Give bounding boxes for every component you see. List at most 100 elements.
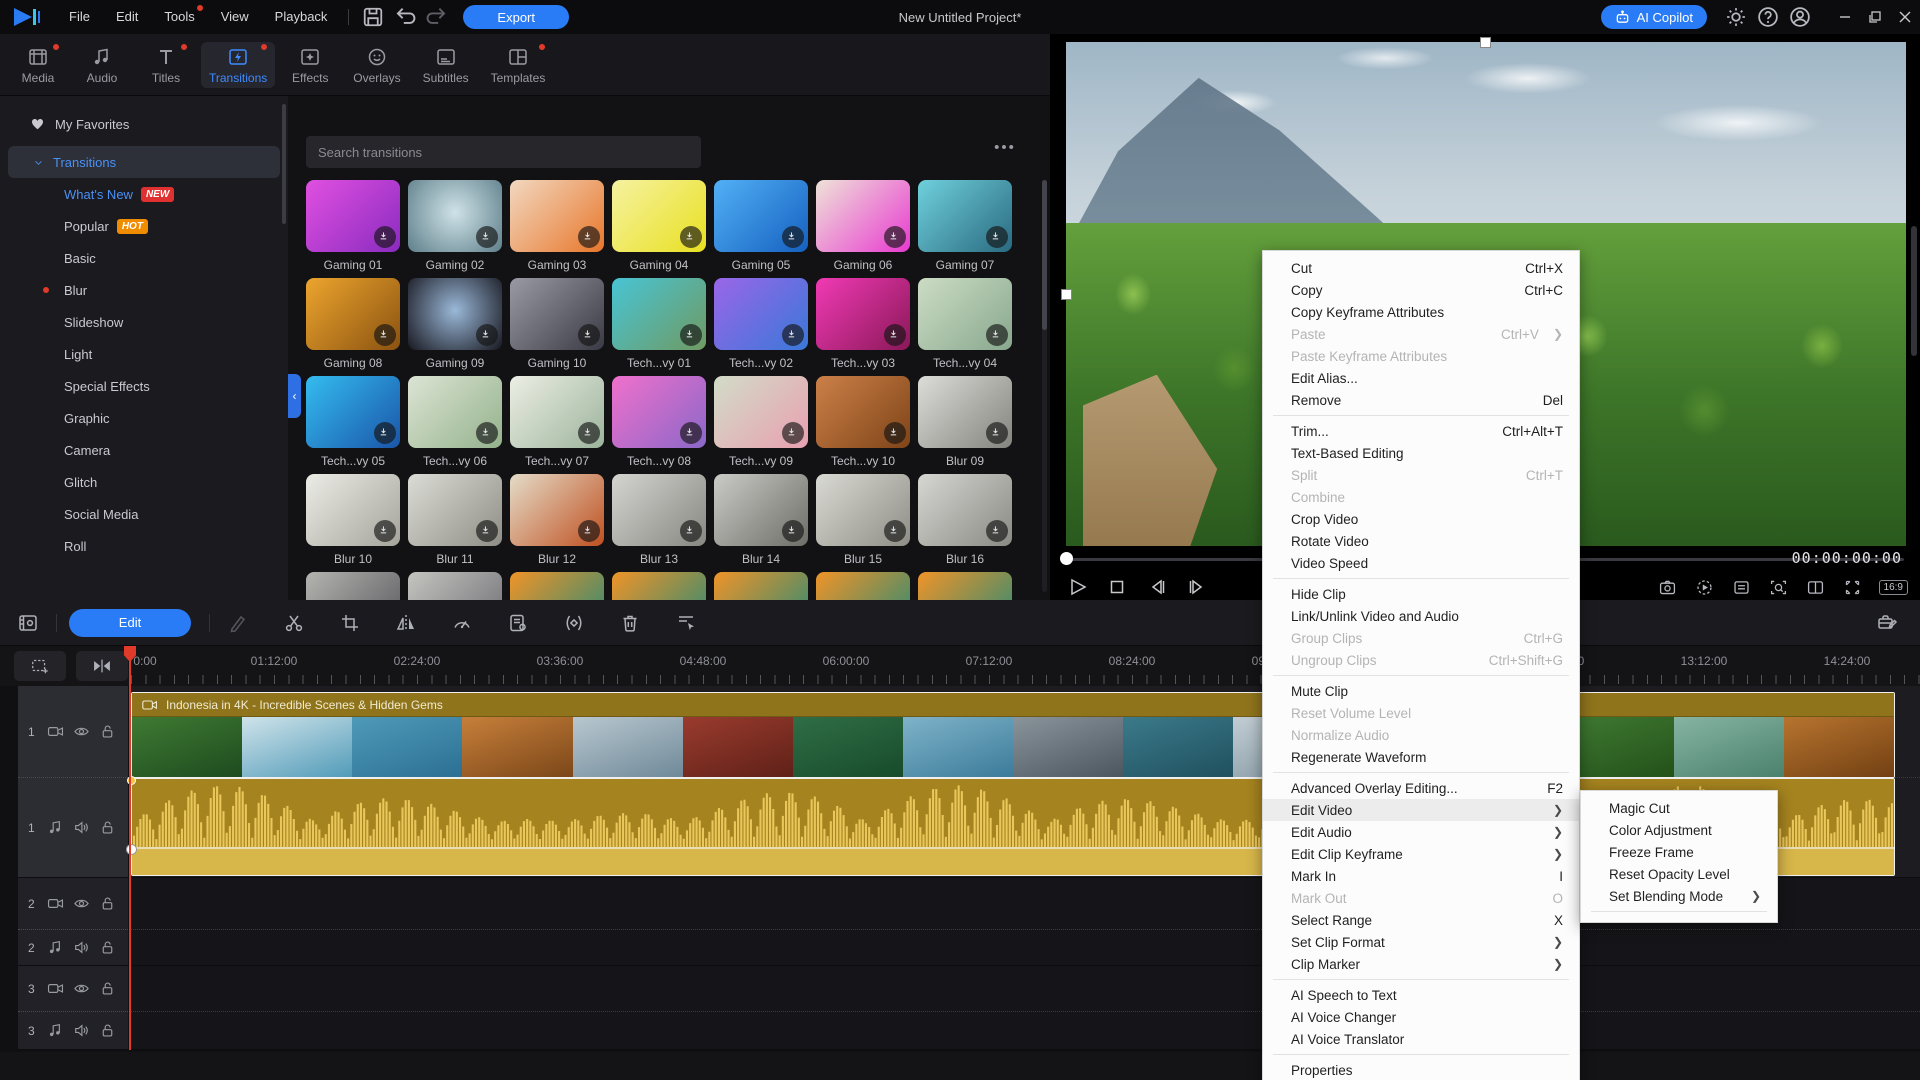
transition-thumbnail[interactable] <box>612 572 706 600</box>
download-icon[interactable] <box>578 226 600 248</box>
sidebar-item-what-s-new[interactable]: What's NewNEW <box>0 178 288 210</box>
menu-item-trim-[interactable]: Trim...Ctrl+Alt+T <box>1263 420 1579 442</box>
timeline-ruler[interactable]: 0:0001:12:0002:24:0003:36:0004:48:0006:0… <box>0 646 1920 686</box>
ai-copilot-button[interactable]: AI Copilot <box>1601 5 1707 29</box>
menu-item-set-clip-format[interactable]: Set Clip Format❯ <box>1263 931 1579 953</box>
transition-item[interactable]: Tech...vy 07 <box>510 376 604 468</box>
eye-icon[interactable] <box>73 895 90 912</box>
download-icon[interactable] <box>680 520 702 542</box>
transition-thumbnail[interactable] <box>408 278 502 350</box>
lock-icon[interactable] <box>99 819 116 836</box>
download-icon[interactable] <box>578 520 600 542</box>
pen-button[interactable] <box>223 608 253 638</box>
transition-thumbnail[interactable] <box>714 572 808 600</box>
transition-thumbnail[interactable] <box>408 180 502 252</box>
menu-item-hide-clip[interactable]: Hide Clip <box>1263 583 1579 605</box>
menu-item-video-speed[interactable]: Video Speed <box>1263 552 1579 574</box>
transition-item[interactable]: Blur 15 <box>816 474 910 566</box>
transition-item[interactable]: Gaming 05 <box>714 180 808 272</box>
keyframe-button[interactable] <box>559 608 589 638</box>
media-panel-toggle-button[interactable] <box>13 608 43 638</box>
transition-thumbnail[interactable] <box>510 474 604 546</box>
download-icon[interactable] <box>374 422 396 444</box>
lock-icon[interactable] <box>99 895 116 912</box>
speaker-icon[interactable] <box>73 939 90 956</box>
transition-thumbnail[interactable] <box>510 180 604 252</box>
menu-item-remove[interactable]: RemoveDel <box>1263 389 1579 411</box>
transition-item[interactable]: Blur 10 <box>306 474 400 566</box>
download-icon[interactable] <box>986 324 1008 346</box>
transition-thumbnail[interactable] <box>306 474 400 546</box>
play-button[interactable] <box>1064 574 1090 600</box>
preview-zoom-button[interactable] <box>1768 576 1790 598</box>
menu-item-select-range[interactable]: Select RangeX <box>1263 909 1579 931</box>
transition-thumbnail[interactable] <box>306 376 400 448</box>
tab-transitions[interactable]: Transitions <box>201 42 275 88</box>
track-header-video-3[interactable]: 3 <box>18 966 128 1012</box>
track-lane-audio-2[interactable] <box>131 930 1920 966</box>
menu-item-clip-marker[interactable]: Clip Marker❯ <box>1263 953 1579 975</box>
transition-item[interactable]: Blur 12 <box>510 474 604 566</box>
transition-thumbnail[interactable] <box>510 376 604 448</box>
track-header-video-2[interactable]: 2 <box>18 878 128 930</box>
eye-icon[interactable] <box>73 980 90 997</box>
transition-thumbnail[interactable] <box>918 278 1012 350</box>
transition-thumbnail[interactable] <box>714 180 808 252</box>
sidebar-item-special-effects[interactable]: Special Effects <box>0 370 288 402</box>
tab-media[interactable]: Media <box>9 42 67 88</box>
menu-item-copy[interactable]: CopyCtrl+C <box>1263 279 1579 301</box>
menu-item-cut[interactable]: CutCtrl+X <box>1263 257 1579 279</box>
playhead-line[interactable] <box>129 646 131 1050</box>
sidebar-item-popular[interactable]: PopularHOT <box>0 210 288 242</box>
download-icon[interactable] <box>680 226 702 248</box>
track-header-audio-2[interactable]: 2 <box>18 930 128 966</box>
menu-item-edit-video[interactable]: Edit Video❯ <box>1263 799 1579 821</box>
transition-item[interactable]: Gaming 01 <box>306 180 400 272</box>
menu-item-crop-video[interactable]: Crop Video <box>1263 508 1579 530</box>
menu-item-edit-alias-[interactable]: Edit Alias... <box>1263 367 1579 389</box>
tab-effects[interactable]: Effects <box>281 42 339 88</box>
menu-item-edit-audio[interactable]: Edit Audio❯ <box>1263 821 1579 843</box>
sidebar-scrollbar[interactable] <box>282 104 286 224</box>
transition-item[interactable]: Blur 09 <box>918 376 1012 468</box>
transition-item[interactable] <box>306 572 400 600</box>
sidebar-item-camera[interactable]: Camera <box>0 434 288 466</box>
transition-thumbnail[interactable] <box>408 572 502 600</box>
step-forward-button[interactable] <box>1184 574 1210 600</box>
transition-item[interactable]: Blur 16 <box>918 474 1012 566</box>
camera-icon[interactable] <box>47 980 64 997</box>
lock-icon[interactable] <box>99 939 116 956</box>
download-icon[interactable] <box>374 324 396 346</box>
account-icon[interactable] <box>1787 4 1813 30</box>
undo-icon[interactable] <box>392 4 418 30</box>
maximize-button[interactable] <box>1860 0 1890 34</box>
help-icon[interactable] <box>1755 4 1781 30</box>
transition-item[interactable]: Gaming 04 <box>612 180 706 272</box>
menu-item-link-unlink-video-and-audio[interactable]: Link/Unlink Video and Audio <box>1263 605 1579 627</box>
edit-button[interactable]: Edit <box>69 609 191 637</box>
camera-icon[interactable] <box>47 895 64 912</box>
menubar-item-playback[interactable]: Playback <box>262 0 341 34</box>
transition-thumbnail[interactable] <box>816 474 910 546</box>
menu-item-ai-voice-translator[interactable]: AI Voice Translator <box>1263 1028 1579 1050</box>
submenu-item-reset-opacity-level[interactable]: Reset Opacity Level <box>1581 863 1777 885</box>
transition-thumbnail[interactable] <box>408 376 502 448</box>
download-icon[interactable] <box>476 520 498 542</box>
transition-thumbnail[interactable] <box>714 474 808 546</box>
transition-item[interactable] <box>816 572 910 600</box>
transition-thumbnail[interactable] <box>816 572 910 600</box>
menubar-item-tools[interactable]: Tools <box>151 0 207 34</box>
transition-item[interactable]: Tech...vy 02 <box>714 278 808 370</box>
crop-button[interactable] <box>335 608 365 638</box>
menu-item-text-based-editing[interactable]: Text-Based Editing <box>1263 442 1579 464</box>
transition-item[interactable]: Gaming 06 <box>816 180 910 272</box>
transition-item[interactable]: Tech...vy 05 <box>306 376 400 468</box>
envelope-handle[interactable] <box>126 844 137 855</box>
download-icon[interactable] <box>476 226 498 248</box>
transition-item[interactable]: Tech...vy 01 <box>612 278 706 370</box>
render-preview-button[interactable] <box>1694 576 1716 598</box>
transition-item[interactable]: Tech...vy 10 <box>816 376 910 468</box>
sidebar-item-blur[interactable]: Blur <box>0 274 288 306</box>
transition-thumbnail[interactable] <box>306 278 400 350</box>
submenu-item-magic-cut[interactable]: Magic Cut <box>1581 797 1777 819</box>
